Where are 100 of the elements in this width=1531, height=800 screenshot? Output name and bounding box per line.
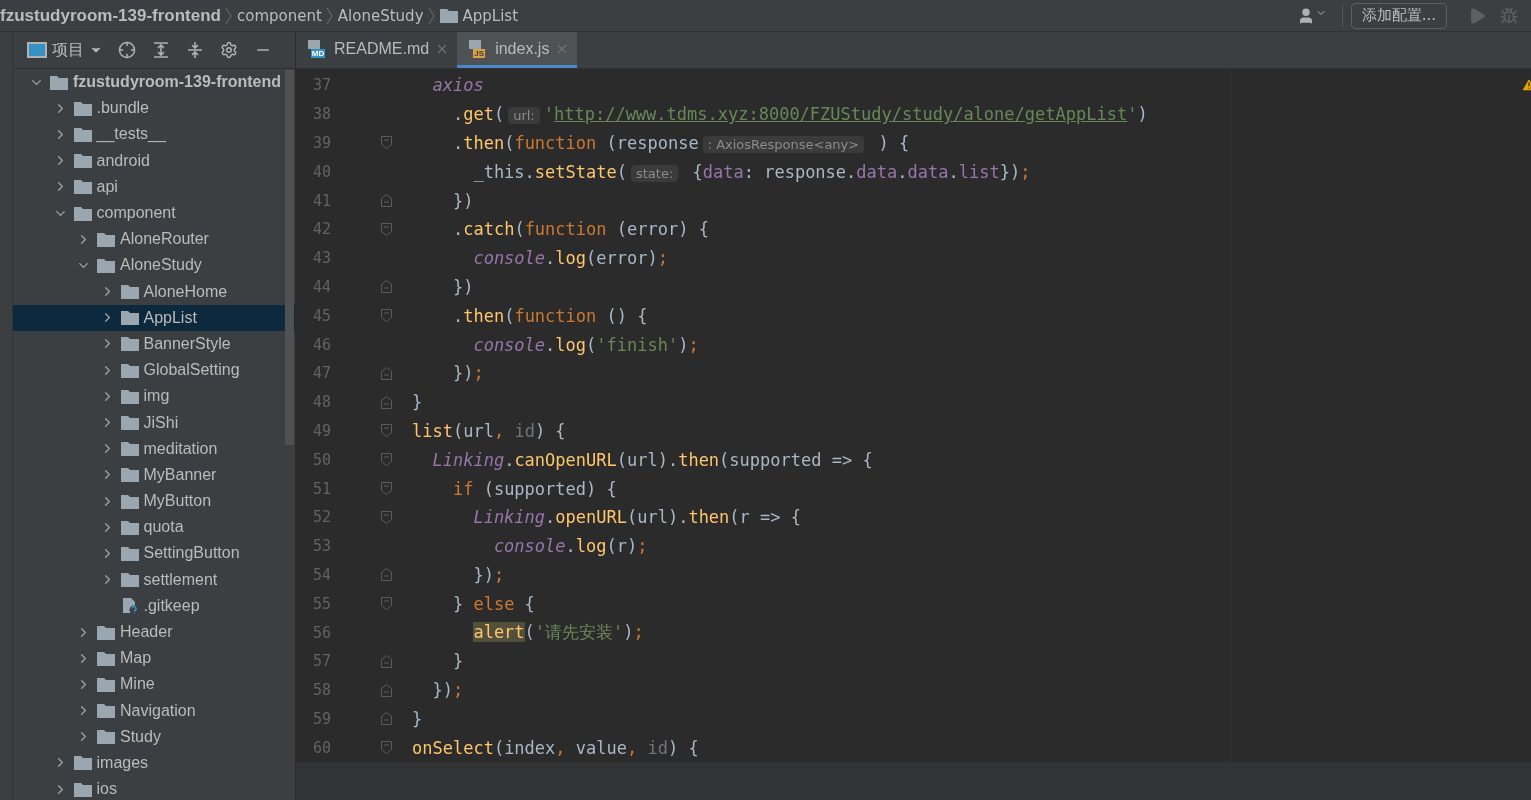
folder-icon [73, 781, 92, 797]
folder-icon [50, 74, 68, 90]
fold-icon[interactable] [380, 395, 392, 409]
fold-icon[interactable] [380, 136, 392, 150]
tree-item-label: SettingButton [143, 544, 240, 563]
breadcrumb[interactable]: component [237, 6, 322, 25]
tree-item[interactable]: Study [13, 723, 295, 750]
settings-icon[interactable] [220, 41, 238, 59]
fold-icon[interactable] [380, 741, 392, 755]
fold-icon[interactable] [380, 597, 392, 611]
window-icon [27, 41, 47, 59]
breadcrumb[interactable]: fzustudyroom-139-frontend [0, 5, 221, 26]
tree-item-label: quota [143, 518, 184, 537]
tree-item-label: img [143, 387, 170, 406]
tree-item[interactable]: __tests__ [13, 121, 295, 148]
tree-item[interactable]: GlobalSetting [13, 357, 295, 384]
tree-item-label: JiShi [143, 413, 179, 432]
tree-item[interactable]: SettingButton [13, 540, 295, 567]
code-line: }) [451, 190, 474, 211]
code-line: .catch(function (error) { [451, 219, 709, 240]
line-number: 52 [312, 508, 333, 527]
fold-icon[interactable] [380, 568, 392, 582]
chevron-right-icon [325, 5, 334, 26]
tree-item[interactable]: MyBanner [13, 461, 295, 488]
tree-item[interactable]: quota [13, 514, 295, 541]
tree-item-label: AloneHome [143, 282, 228, 301]
fold-icon[interactable] [380, 683, 392, 697]
code-line: list(url, id) { [412, 420, 566, 441]
folder-icon [439, 8, 458, 23]
tree-item[interactable]: component [13, 199, 295, 227]
tree-item[interactable]: AppList [13, 304, 295, 331]
code-line: onSelect(index, value, id) { [412, 737, 699, 758]
collapse-all-icon[interactable] [186, 41, 204, 59]
tree-item[interactable]: images [13, 749, 295, 777]
tree-item[interactable]: MyButton [13, 488, 295, 515]
code-line: }) [451, 276, 474, 297]
fold-icon[interactable] [380, 453, 392, 467]
tree-item-label: AloneRouter [120, 230, 209, 249]
code-line: } else { [451, 593, 535, 614]
tree-item[interactable]: AloneStudy [13, 252, 295, 279]
code-line: }); [472, 564, 505, 585]
fold-icon[interactable] [380, 222, 392, 236]
file-type-badge: MD [310, 48, 326, 58]
fold-icon[interactable] [380, 280, 392, 294]
scrollbar[interactable] [285, 70, 294, 445]
folder-icon [120, 362, 139, 378]
tree-item[interactable]: .bundle [13, 95, 295, 122]
file-icon [120, 596, 139, 615]
fold-icon[interactable] [380, 424, 392, 438]
tree-item[interactable]: api [13, 173, 295, 200]
folder-icon [120, 388, 139, 404]
folder-icon [120, 441, 139, 457]
folder-icon [73, 100, 92, 116]
tree-item[interactable]: .gitkeep [13, 592, 295, 619]
line-number: 60 [312, 738, 333, 757]
run-config-button[interactable]: 添加配置... [1350, 2, 1447, 29]
expand-all-icon[interactable] [152, 41, 170, 59]
fold-icon[interactable] [380, 654, 392, 668]
tree-item[interactable]: Mine [13, 671, 295, 698]
tree-item[interactable]: BannerStyle [13, 330, 295, 358]
fold-icon[interactable] [380, 309, 392, 323]
editor-tab[interactable]: JS index.js [457, 32, 578, 68]
tree-item[interactable]: AloneRouter [13, 226, 295, 253]
line-number: 53 [312, 537, 333, 556]
tree-item-label: MyBanner [143, 465, 217, 484]
line-number: 47 [312, 364, 333, 383]
tree-item[interactable]: Header [13, 618, 295, 646]
fold-icon[interactable] [380, 482, 392, 496]
breadcrumb[interactable]: AloneStudy [337, 6, 424, 25]
tree-item-label: Navigation [120, 701, 196, 720]
project-view-button[interactable]: 项目 [27, 39, 103, 61]
editor-tab[interactable]: MD README.md [296, 32, 458, 68]
tree-item[interactable]: ios [13, 776, 295, 800]
code-line: if (supported) { [451, 478, 617, 499]
tree-item[interactable]: meditation [13, 435, 295, 462]
fold-icon[interactable] [380, 712, 392, 726]
line-number: 50 [312, 450, 333, 469]
tree-item-label: images [96, 753, 149, 772]
tree-item[interactable]: android [13, 147, 295, 174]
tree-item[interactable]: settlement [13, 566, 295, 593]
crosshair-icon[interactable] [118, 41, 136, 59]
file-type-badge: JS [473, 48, 485, 58]
folder-icon [73, 126, 92, 142]
line-number: 40 [312, 162, 333, 181]
breadcrumb[interactable]: AppList [439, 6, 519, 25]
tree-item[interactable]: JiShi [13, 409, 295, 436]
fold-icon[interactable] [380, 194, 392, 208]
tree-item-label: api [96, 177, 118, 196]
tree-item[interactable]: AloneHome [13, 278, 295, 305]
code-line: .get( url: 'http://www.tdms.xyz:8000/FZUStudy/study/alone/getAppList') [451, 104, 1148, 125]
tree-item[interactable]: img [13, 383, 295, 410]
tree-item[interactable]: Navigation [13, 697, 295, 724]
folder-icon [120, 572, 139, 588]
fold-icon[interactable] [380, 366, 392, 380]
folder-icon [97, 676, 115, 692]
fold-icon[interactable] [380, 510, 392, 524]
folder-icon [120, 310, 139, 326]
tree-item-label: AloneStudy [120, 256, 202, 275]
tree-item[interactable]: fzustudyroom-139-frontend [13, 69, 295, 96]
tree-item[interactable]: Map [13, 645, 295, 672]
